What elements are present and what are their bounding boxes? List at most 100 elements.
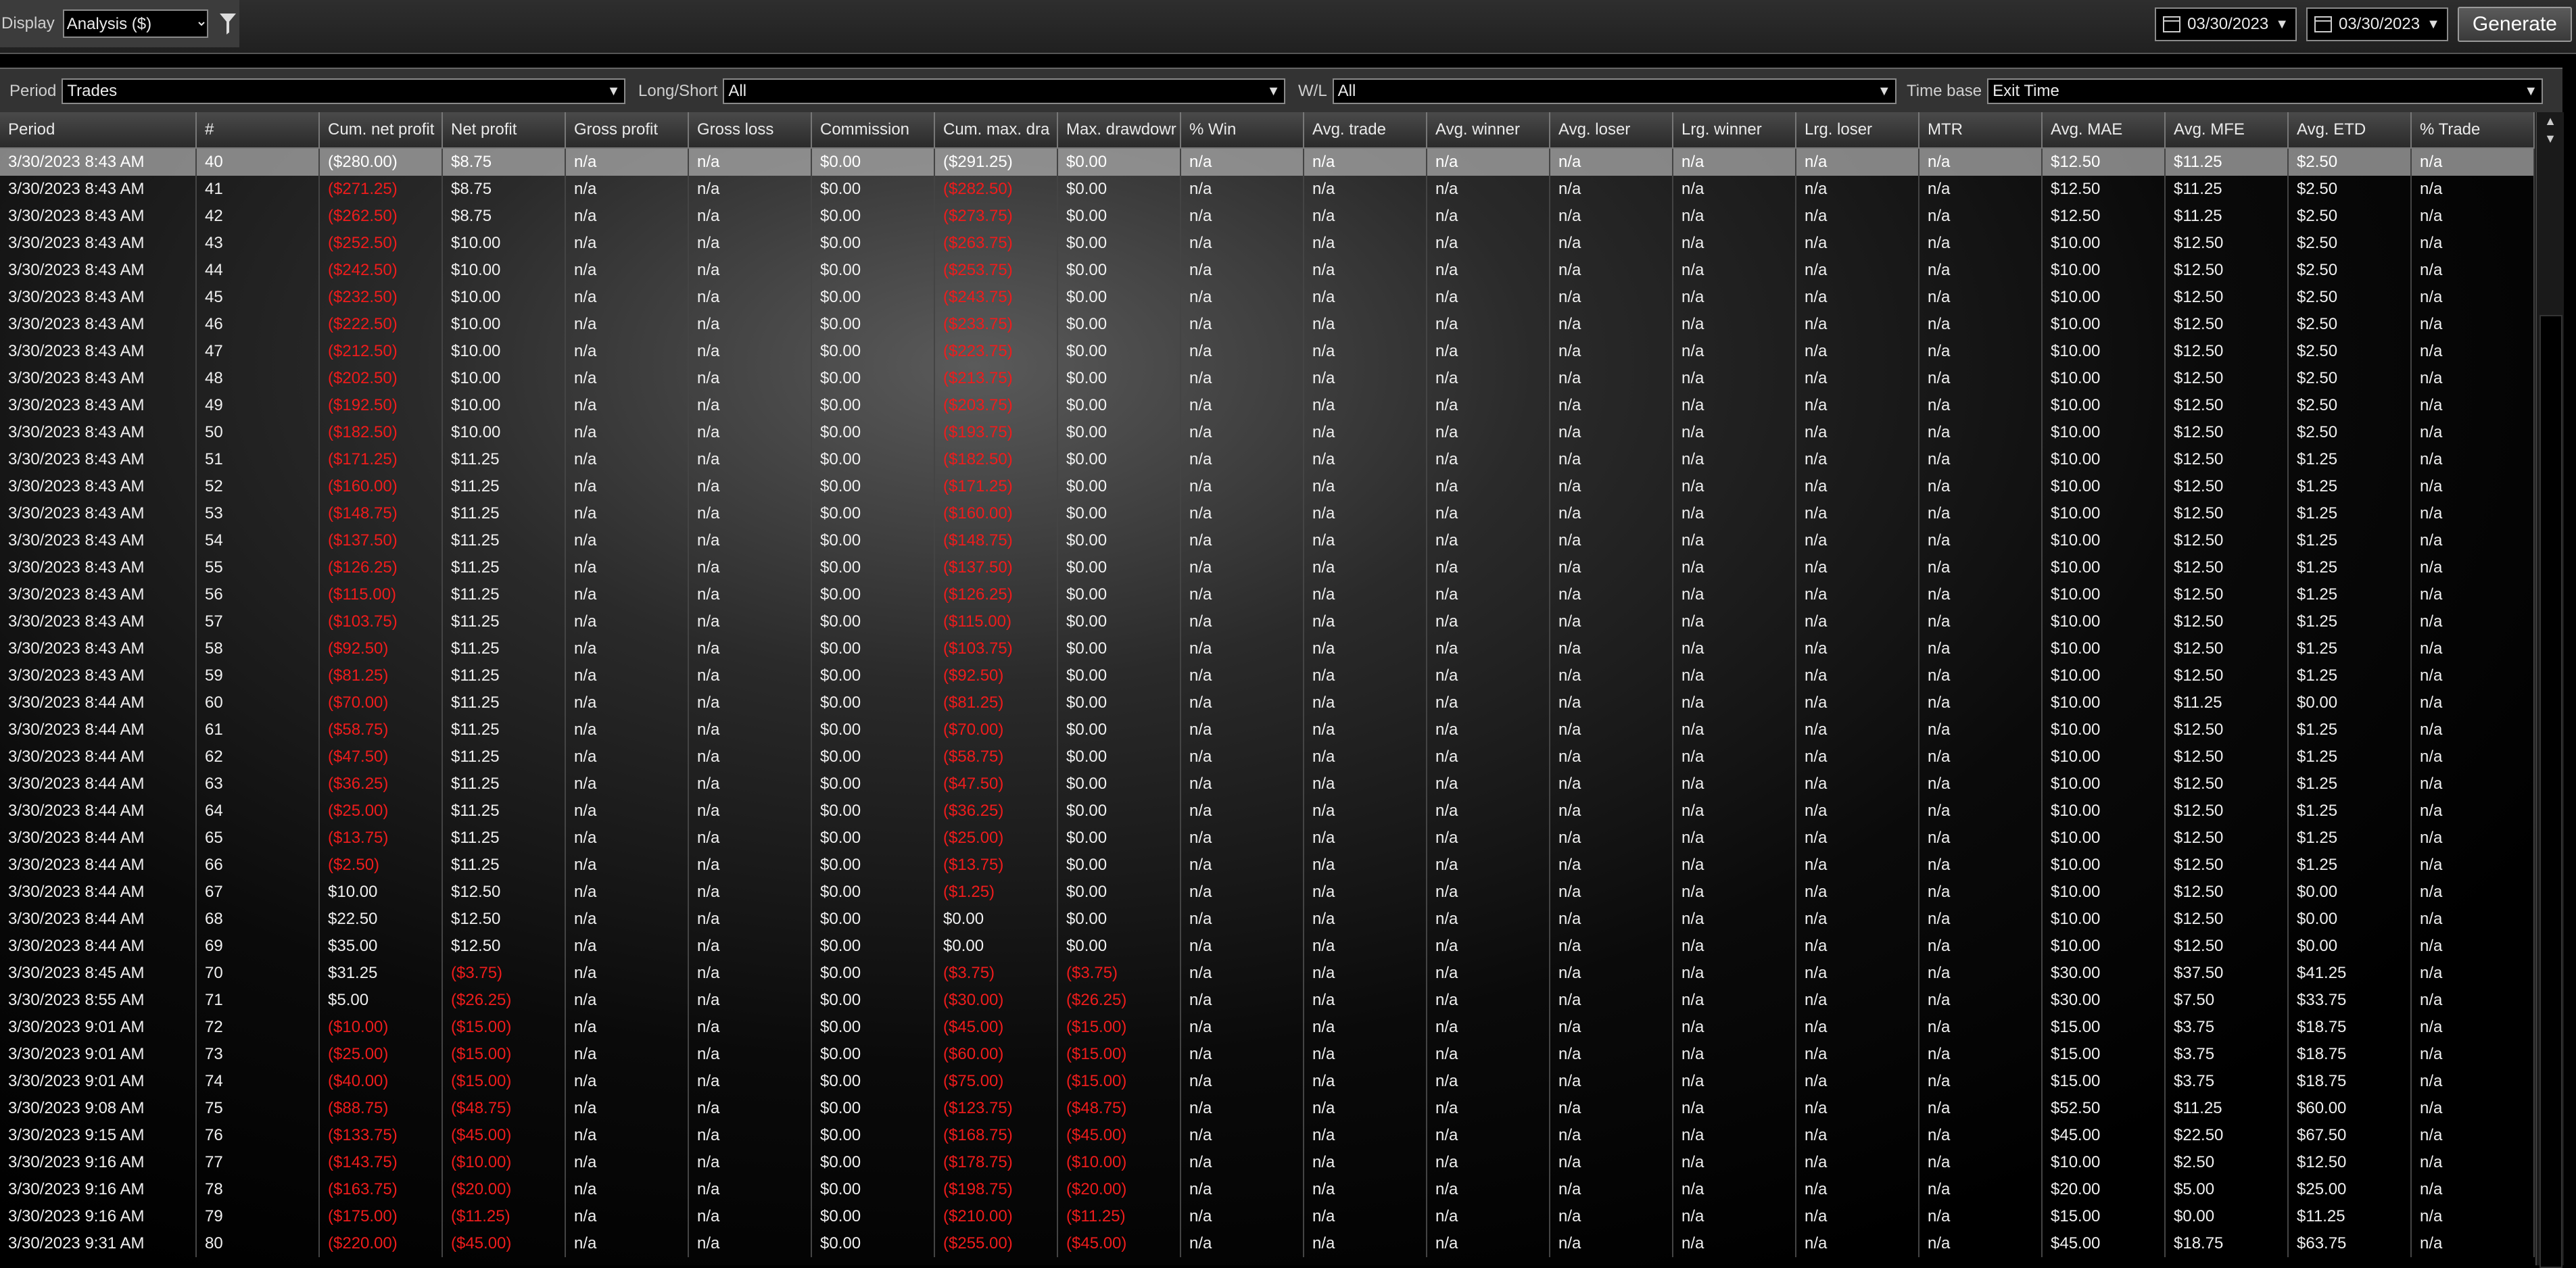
table-row[interactable]: 3/30/2023 8:43 AM 55 ($126.25) $11.25 n/a n/a… (0, 554, 2535, 581)
column-header[interactable]: MTR (1919, 112, 2043, 149)
table-cell: $10.00 (442, 257, 566, 284)
date-to-picker[interactable]: 03/30/2023 ▼ (2306, 7, 2448, 41)
period-select[interactable]: Trades ▼ (62, 78, 626, 104)
column-header[interactable]: % Trade (2411, 112, 2535, 149)
longshort-select[interactable]: All ▼ (723, 78, 1286, 104)
table-cell: n/a (1180, 1068, 1304, 1095)
table-row[interactable]: 3/30/2023 9:15 AM 76 ($133.75) ($45.00) n/a n… (0, 1122, 2535, 1149)
table-row[interactable]: 3/30/2023 8:44 AM 61 ($58.75) $11.25 n/a n/a $… (0, 716, 2535, 743)
table-cell: $30.00 (2042, 987, 2166, 1014)
table-cell: n/a (1304, 284, 1427, 311)
table-row[interactable]: 3/30/2023 8:45 AM 70 $31.25 ($3.75) n/a n/a $0… (0, 960, 2535, 987)
table-row[interactable]: 3/30/2023 8:44 AM 65 ($13.75) $11.25 n/a n/a $… (0, 825, 2535, 852)
scroll-down-arrow-icon[interactable]: ▼ (2537, 130, 2564, 147)
table-cell: n/a (1180, 554, 1304, 581)
scrollbar-thumb[interactable] (2539, 315, 2562, 1268)
table-row[interactable]: 3/30/2023 8:43 AM 49 ($192.50) $10.00 n/a n/a… (0, 392, 2535, 419)
column-header[interactable]: Lrg. loser (1796, 112, 1919, 149)
column-header[interactable]: Period (0, 112, 197, 149)
table-row[interactable]: 3/30/2023 8:43 AM 48 ($202.50) $10.00 n/a n/a… (0, 365, 2535, 392)
display-select[interactable]: Analysis ($) (62, 9, 208, 38)
scroll-up-arrow-icon[interactable]: ▲ (2537, 112, 2564, 130)
table-row[interactable]: 3/30/2023 8:44 AM 66 ($2.50) $11.25 n/a n/a $0… (0, 852, 2535, 879)
table-row[interactable]: 3/30/2023 8:43 AM 47 ($212.50) $10.00 n/a n/a… (0, 338, 2535, 365)
table-cell: n/a (1919, 581, 2043, 608)
table-cell: n/a (565, 743, 689, 771)
table-cell: n/a (2411, 230, 2535, 257)
table-row[interactable]: 3/30/2023 8:44 AM 69 $35.00 $12.50 n/a n/a $0.… (0, 933, 2535, 960)
table-row[interactable]: 3/30/2023 8:43 AM 40 ($280.00) $8.75 n/a n/a $… (0, 148, 2535, 176)
table-row[interactable]: 3/30/2023 9:16 AM 77 ($143.75) ($10.00) n/a n… (0, 1149, 2535, 1176)
table-cell: n/a (1304, 1203, 1427, 1230)
column-header[interactable]: Avg. trade (1304, 112, 1427, 149)
table-row[interactable]: 3/30/2023 9:16 AM 79 ($175.00) ($11.25) n/a n… (0, 1203, 2535, 1230)
table-row[interactable]: 3/30/2023 8:44 AM 67 $10.00 $12.50 n/a n/a $0.… (0, 879, 2535, 906)
column-header[interactable]: # (196, 112, 320, 149)
table-row[interactable]: 3/30/2023 9:01 AM 72 ($10.00) ($15.00) n/a n/… (0, 1014, 2535, 1041)
table-row[interactable]: 3/30/2023 8:43 AM 43 ($252.50) $10.00 n/a n/a… (0, 230, 2535, 257)
table-row[interactable]: 3/30/2023 8:44 AM 63 ($36.25) $11.25 n/a n/a $… (0, 771, 2535, 798)
column-header[interactable]: Commission (811, 112, 935, 149)
table-cell: n/a (1427, 689, 1550, 716)
table-row[interactable]: 3/30/2023 8:43 AM 44 ($242.50) $10.00 n/a n/a… (0, 257, 2535, 284)
table-cell: $1.25 (2288, 608, 2412, 635)
table-row[interactable]: 3/30/2023 9:08 AM 75 ($88.75) ($48.75) n/a n/… (0, 1095, 2535, 1122)
filter-funnel-icon[interactable] (216, 10, 239, 37)
column-header[interactable]: Max. drawdowr (1057, 112, 1181, 149)
table-row[interactable]: 3/30/2023 9:01 AM 73 ($25.00) ($15.00) n/a n/… (0, 1041, 2535, 1068)
table-cell: $2.50 (2288, 419, 2412, 446)
column-header[interactable]: Avg. winner (1427, 112, 1550, 149)
table-row[interactable]: 3/30/2023 9:16 AM 78 ($163.75) ($20.00) n/a n… (0, 1176, 2535, 1203)
table-cell: n/a (2411, 1203, 2535, 1230)
column-header[interactable]: Avg. ETD (2288, 112, 2412, 149)
table-cell: n/a (1673, 716, 1796, 743)
table-cell: n/a (1304, 1230, 1427, 1257)
table-row[interactable]: 3/30/2023 8:44 AM 64 ($25.00) $11.25 n/a n/a $… (0, 798, 2535, 825)
timebase-select[interactable]: Exit Time ▼ (1987, 78, 2544, 104)
table-row[interactable]: 3/30/2023 8:44 AM 60 ($70.00) $11.25 n/a n/a $… (0, 689, 2535, 716)
column-header[interactable]: Avg. MFE (2165, 112, 2289, 149)
table-row[interactable]: 3/30/2023 8:43 AM 56 ($115.00) $11.25 n/a n/a… (0, 581, 2535, 608)
table-row[interactable]: 3/30/2023 8:43 AM 57 ($103.75) $11.25 n/a n/a… (0, 608, 2535, 635)
table-cell: $0.00 (1057, 203, 1181, 230)
table-row[interactable]: 3/30/2023 9:31 AM 80 ($220.00) ($45.00) n/a n… (0, 1230, 2535, 1257)
table-row[interactable]: 3/30/2023 8:44 AM 68 $22.50 $12.50 n/a n/a $0.… (0, 906, 2535, 933)
table-row[interactable]: 3/30/2023 8:43 AM 53 ($148.75) $11.25 n/a n/a… (0, 500, 2535, 527)
wl-select[interactable]: All ▼ (1332, 78, 1897, 104)
table-row[interactable]: 3/30/2023 8:44 AM 62 ($47.50) $11.25 n/a n/a $… (0, 743, 2535, 771)
table-row[interactable]: 3/30/2023 8:43 AM 52 ($160.00) $11.25 n/a n/a… (0, 473, 2535, 500)
table-row[interactable]: 3/30/2023 8:43 AM 41 ($271.25) $8.75 n/a n/a $… (0, 176, 2535, 203)
table-row[interactable]: 3/30/2023 8:43 AM 45 ($232.50) $10.00 n/a n/a… (0, 284, 2535, 311)
table-row[interactable]: 3/30/2023 8:43 AM 46 ($222.50) $10.00 n/a n/a… (0, 311, 2535, 338)
table-cell: n/a (688, 1068, 812, 1095)
table-cell: n/a (1673, 473, 1796, 500)
column-header[interactable]: Net profit (442, 112, 566, 149)
table-row[interactable]: 3/30/2023 8:43 AM 54 ($137.50) $11.25 n/a n/a… (0, 527, 2535, 554)
table-row[interactable]: 3/30/2023 8:43 AM 50 ($182.50) $10.00 n/a n/a… (0, 419, 2535, 446)
column-header[interactable]: Cum. net profit (319, 112, 443, 149)
table-cell: n/a (2411, 798, 2535, 825)
vertical-scrollbar[interactable]: ▲ ▼ (2535, 112, 2564, 1268)
column-header[interactable]: Lrg. winner (1673, 112, 1796, 149)
table-row[interactable]: 3/30/2023 8:43 AM 51 ($171.25) $11.25 n/a n/a… (0, 446, 2535, 473)
table-row[interactable]: 3/30/2023 8:43 AM 59 ($81.25) $11.25 n/a n/a $… (0, 662, 2535, 689)
column-header[interactable]: Cum. max. dra (934, 112, 1058, 149)
table-row[interactable]: 3/30/2023 8:43 AM 58 ($92.50) $11.25 n/a n/a $… (0, 635, 2535, 662)
table-row[interactable]: 3/30/2023 9:01 AM 74 ($40.00) ($15.00) n/a n/… (0, 1068, 2535, 1095)
table-cell: ($103.75) (934, 635, 1058, 662)
table-cell: n/a (1427, 662, 1550, 689)
table-cell: n/a (1673, 1068, 1796, 1095)
date-from-picker[interactable]: 03/30/2023 ▼ (2155, 7, 2297, 41)
generate-button[interactable]: Generate (2457, 7, 2572, 42)
table-row[interactable]: 3/30/2023 8:43 AM 42 ($262.50) $8.75 n/a n/a $… (0, 203, 2535, 230)
table-row[interactable]: 3/30/2023 8:55 AM 71 $5.00 ($26.25) n/a n/a $0… (0, 987, 2535, 1014)
column-header[interactable]: Avg. MAE (2042, 112, 2166, 149)
table-cell: ($243.75) (934, 284, 1058, 311)
column-header[interactable]: Avg. loser (1550, 112, 1673, 149)
table-cell: $10.00 (2042, 1149, 2166, 1176)
table-cell: n/a (1427, 771, 1550, 798)
table-cell: n/a (2411, 1041, 2535, 1068)
column-header[interactable]: % Win (1180, 112, 1304, 149)
column-header[interactable]: Gross profit (565, 112, 689, 149)
column-header[interactable]: Gross loss (688, 112, 812, 149)
